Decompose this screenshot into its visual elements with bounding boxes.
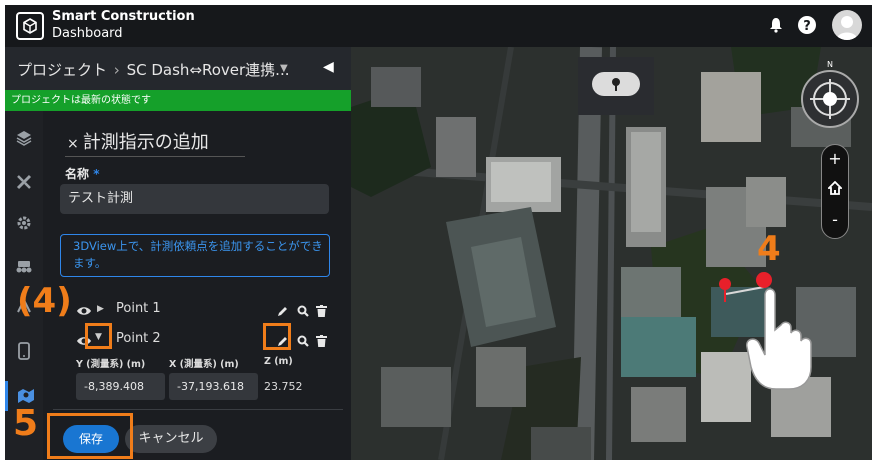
project-bar: プロジェクト › SC Dash⇔Rover連携... ▼ ◀: [5, 47, 351, 90]
edit-pencil-icon[interactable]: [277, 302, 289, 321]
rail-survey-tools[interactable]: [5, 167, 43, 197]
top-header: Smart Construction Dashboard ?: [5, 5, 872, 47]
brand-title: Smart Construction: [52, 9, 195, 24]
zoom-controls: + -: [821, 144, 849, 239]
name-input[interactable]: テスト計測: [60, 184, 329, 214]
add-point-button[interactable]: [592, 72, 640, 96]
point-label: Point 2: [116, 331, 161, 346]
svg-text:?: ?: [803, 19, 811, 34]
panel-divider: [53, 409, 343, 410]
3d-map-view[interactable]: N + -: [351, 47, 872, 460]
name-label-text: 名称: [65, 167, 90, 181]
y-coord-input[interactable]: -8,389.408: [76, 373, 165, 400]
point-row-1[interactable]: ▶ Point 1: [60, 299, 350, 321]
project-status-banner: プロジェクトは最新の状態です: [5, 90, 351, 111]
point-label: Point 1: [116, 301, 161, 316]
settings-gear-icon: [17, 216, 31, 230]
app-logo[interactable]: [16, 12, 44, 40]
zoom-to-point-icon[interactable]: [297, 332, 309, 351]
x-coord-label: X (測量系) (m): [169, 359, 239, 370]
project-name: SC Dash⇔Rover連携...: [126, 61, 290, 79]
z-coord-value: 23.752: [264, 380, 303, 393]
chevron-down-icon[interactable]: ▼: [280, 63, 288, 74]
chevron-right-icon[interactable]: ▶: [97, 304, 104, 314]
highlight-save-button: [47, 413, 133, 459]
required-mark: *: [93, 167, 100, 181]
name-label: 名称 *: [65, 165, 99, 182]
compass-icon[interactable]: N: [799, 61, 861, 131]
trash-icon[interactable]: [316, 302, 327, 321]
project-label: プロジェクト: [17, 61, 108, 79]
home-button[interactable]: [822, 178, 848, 202]
panel-title-text: 計測指示の追加: [82, 132, 209, 153]
step-4-map-label: 4: [757, 229, 781, 269]
highlight-expand-caret: [85, 323, 112, 349]
eye-icon[interactable]: [76, 302, 92, 321]
app-window: Smart Construction Dashboard ? プロジェクト › …: [5, 5, 872, 460]
rail-machines[interactable]: [5, 251, 43, 281]
z-coord-label: Z (m): [264, 356, 293, 367]
user-avatar[interactable]: [832, 10, 862, 40]
zoom-in-button[interactable]: +: [822, 147, 848, 171]
trash-icon[interactable]: [316, 332, 327, 351]
map-tool-panel: [578, 57, 654, 115]
rail-settings[interactable]: [5, 208, 43, 238]
title-underline: [65, 156, 245, 157]
project-breadcrumb[interactable]: プロジェクト › SC Dash⇔Rover連携...: [17, 59, 289, 80]
zoom-out-button[interactable]: -: [822, 208, 848, 232]
tablet-icon: [18, 342, 30, 360]
highlight-edit-icon: [263, 323, 291, 350]
close-panel-button[interactable]: ×: [67, 136, 79, 152]
survey-tools-icon: [16, 174, 32, 190]
cancel-button[interactable]: キャンセル: [125, 425, 217, 453]
map-pin-icon: [612, 78, 620, 91]
rail-layers[interactable]: [5, 123, 43, 153]
x-coord-input[interactable]: -37,193.618: [169, 373, 258, 400]
bell-icon[interactable]: [769, 17, 783, 37]
red-marker-icon[interactable]: [756, 272, 772, 288]
y-coord-label: Y (測量系) (m): [76, 359, 146, 370]
measurement-icon: [17, 389, 34, 403]
info-message: 3DView上で、計測依頼点を追加することができます。: [60, 234, 330, 277]
rail-tablet[interactable]: [5, 336, 43, 366]
collapse-panel-icon[interactable]: ◀: [323, 59, 334, 75]
layers-icon: [16, 131, 32, 146]
cube-logo-icon: [23, 18, 37, 34]
step-5-label: 5: [13, 403, 39, 444]
machine-icon: [16, 261, 32, 273]
home-icon: [826, 180, 844, 195]
measurement-panel: × 計測指示の追加 名称 * テスト計測 3DView上で、計測依頼点を追加するこ…: [43, 111, 351, 460]
breadcrumb-separator: ›: [113, 61, 120, 79]
compass-north: N: [827, 61, 833, 69]
step-4-panel-label: (4): [17, 281, 72, 321]
panel-title: × 計測指示の追加: [67, 128, 209, 154]
brand-subtitle: Dashboard: [52, 26, 123, 41]
help-icon[interactable]: ?: [797, 15, 817, 39]
zoom-to-point-icon[interactable]: [297, 302, 309, 321]
